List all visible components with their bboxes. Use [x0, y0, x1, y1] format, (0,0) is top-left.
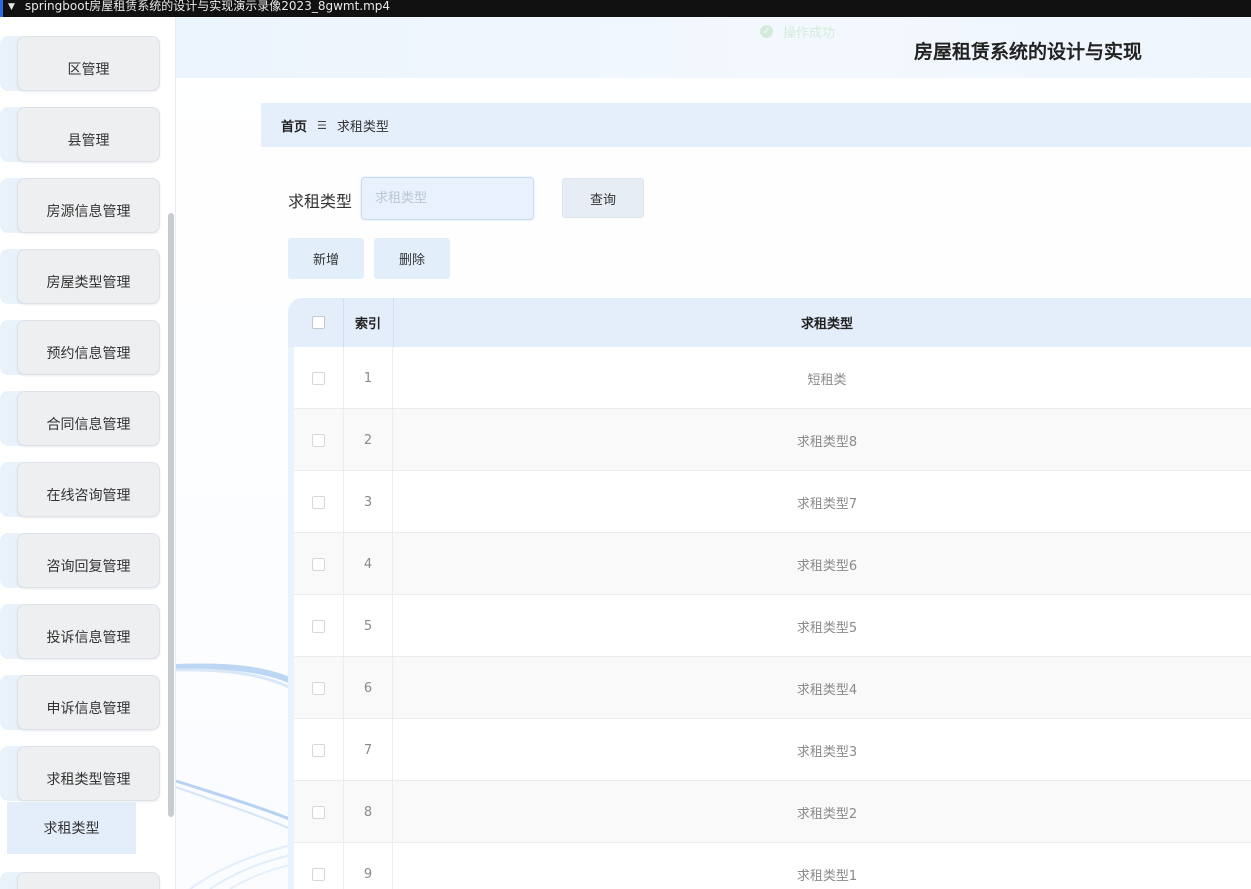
table-row[interactable]: 8 求租类型2: [294, 781, 1251, 843]
header-checkbox-cell: [294, 298, 343, 347]
row-checkbox-cell: [294, 533, 343, 595]
row-checkbox[interactable]: [312, 805, 325, 819]
sidebar-item-label: 投诉信息管理: [17, 604, 160, 659]
row-type: 求租类型5: [796, 620, 858, 636]
breadcrumb: 首页 ☰ 求租类型: [261, 103, 1251, 147]
window-titlebar: ▼ springboot房屋租赁系统的设计与实现演示录像2023_8gwmt.m…: [0, 0, 1251, 17]
sidebar-subitem-rental-type[interactable]: 求租类型: [7, 802, 136, 854]
sidebar-item-contract[interactable]: 合同信息管理: [0, 391, 160, 446]
sidebar-item-label: 咨询回复管理: [17, 533, 160, 588]
row-index: 1: [343, 347, 393, 409]
data-table: 索引 求租类型 1 短租类 2 求租类型8 3 求租类型7 4 求租类型6 5 …: [288, 298, 1251, 889]
row-checkbox-cell: [294, 781, 343, 843]
search-label: 求租类型: [288, 192, 353, 211]
row-index: 8: [343, 781, 393, 843]
table-row[interactable]: 2 求租类型8: [294, 409, 1251, 471]
toast-text: 操作成功: [783, 26, 836, 41]
sidebar-item-county[interactable]: 县管理: [0, 107, 160, 162]
sidebar-item-label: 求租类型管理: [17, 746, 160, 801]
sidebar-item-consult-reply[interactable]: 咨询回复管理: [0, 533, 160, 588]
column-header-type[interactable]: 求租类型: [393, 298, 1251, 347]
sidebar-item-complaint[interactable]: 投诉信息管理: [0, 604, 160, 659]
row-checkbox[interactable]: [312, 433, 325, 447]
toast-message: ✓ 操作成功: [760, 22, 835, 41]
sidebar-item-house-type[interactable]: 房屋类型管理: [0, 249, 160, 304]
row-type: 短租类: [807, 372, 847, 388]
sidebar-item-label: [17, 872, 160, 889]
column-header-index[interactable]: 索引: [343, 298, 393, 347]
row-checkbox-cell: [294, 843, 343, 889]
row-type: 求租类型7: [796, 496, 858, 512]
page-title: 房屋租赁系统的设计与实现: [914, 41, 1143, 63]
select-all-checkbox[interactable]: [312, 316, 325, 329]
row-checkbox-cell: [294, 409, 343, 471]
table-row[interactable]: 5 求租类型5: [294, 595, 1251, 657]
check-circle-icon: ✓: [760, 25, 773, 38]
sidebar-item-online-consult[interactable]: 在线咨询管理: [0, 462, 160, 517]
sidebar-item-district[interactable]: 区管理: [0, 36, 160, 91]
chevron-down-icon[interactable]: ▼: [8, 1, 15, 14]
sidebar-item-label: 区管理: [17, 36, 160, 91]
row-type: 求租类型1: [796, 868, 858, 884]
sidebar-scrollbar[interactable]: [168, 213, 174, 817]
row-checkbox-cell: [294, 657, 343, 719]
window-title: springboot房屋租赁系统的设计与实现演示录像2023_8gwmt.mp4: [24, 0, 391, 13]
row-checkbox-cell: [294, 347, 343, 409]
breadcrumb-current: 求租类型: [336, 119, 389, 135]
sidebar-item-rental-type[interactable]: 求租类型管理: [0, 746, 160, 801]
table-row[interactable]: 1 短租类: [294, 347, 1251, 409]
sidebar-item-house-info[interactable]: 房源信息管理: [0, 178, 160, 233]
row-checkbox[interactable]: [312, 557, 325, 571]
sidebar-item-appointment[interactable]: 预约信息管理: [0, 320, 160, 375]
row-type: 求租类型2: [796, 806, 858, 822]
search-input[interactable]: [361, 177, 534, 220]
row-index: 9: [343, 843, 393, 889]
sidebar: 区管理 县管理 房源信息管理 房屋类型管理 预约信息管理 合同信息管理 在线咨询…: [0, 17, 176, 889]
row-type: 求租类型3: [796, 744, 858, 760]
row-type: 求租类型4: [796, 682, 858, 698]
row-checkbox-cell: [294, 719, 343, 781]
row-checkbox-cell: [294, 471, 343, 533]
row-type: 求租类型8: [796, 434, 858, 450]
sidebar-item-label: 申诉信息管理: [17, 675, 160, 730]
table-row[interactable]: 4 求租类型6: [294, 533, 1251, 595]
row-checkbox[interactable]: [312, 495, 325, 509]
row-checkbox[interactable]: [312, 619, 325, 633]
row-index: 7: [343, 719, 393, 781]
row-index: 5: [343, 595, 393, 657]
sidebar-item-label: 合同信息管理: [17, 391, 160, 446]
table-row[interactable]: 7 求租类型3: [294, 719, 1251, 781]
row-index: 4: [343, 533, 393, 595]
sidebar-item-label: 预约信息管理: [17, 320, 160, 375]
sidebar-item-label: 在线咨询管理: [17, 462, 160, 517]
add-button[interactable]: 新增: [288, 238, 364, 279]
breadcrumb-home[interactable]: 首页: [281, 116, 307, 135]
query-button[interactable]: 查询: [562, 178, 644, 218]
row-checkbox-cell: [294, 595, 343, 657]
delete-button[interactable]: 删除: [374, 238, 450, 279]
row-index: 6: [343, 657, 393, 719]
table-row[interactable]: 9 求租类型1: [294, 843, 1251, 889]
row-index: 2: [343, 409, 393, 471]
row-index: 3: [343, 471, 393, 533]
titlebar-accent: [0, 0, 3, 17]
sidebar-item-label: 县管理: [17, 107, 160, 162]
table-row[interactable]: 6 求租类型4: [294, 657, 1251, 719]
sidebar-item-label: 房源信息管理: [17, 178, 160, 233]
sidebar-item-next[interactable]: [0, 872, 160, 889]
sidebar-item-appeal[interactable]: 申诉信息管理: [0, 675, 160, 730]
sidebar-item-label: 房屋类型管理: [17, 249, 160, 304]
row-checkbox[interactable]: [312, 867, 325, 881]
row-checkbox[interactable]: [312, 681, 325, 695]
row-checkbox[interactable]: [312, 371, 325, 385]
row-checkbox[interactable]: [312, 743, 325, 757]
table-header: 索引 求租类型: [288, 298, 1251, 347]
row-type: 求租类型6: [796, 558, 858, 574]
table-row[interactable]: 3 求租类型7: [294, 471, 1251, 533]
breadcrumb-separator-icon: ☰: [317, 118, 327, 132]
